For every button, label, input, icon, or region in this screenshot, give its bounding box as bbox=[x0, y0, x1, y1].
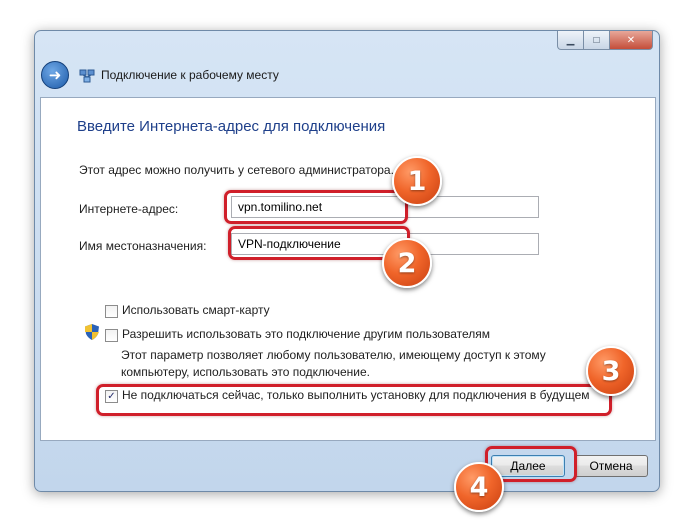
close-button[interactable]: ✕ bbox=[610, 31, 653, 50]
step-badge-1: 1 bbox=[392, 156, 442, 206]
wizard-header: ➜ Подключение к рабочему месту bbox=[35, 57, 659, 97]
wizard-content: Введите Интернета-адрес для подключения … bbox=[40, 97, 656, 441]
window-title: Подключение к рабочему месту bbox=[101, 68, 279, 82]
allow-others-label[interactable]: Разрешить использовать это подключение д… bbox=[122, 327, 490, 341]
page-heading: Введите Интернета-адрес для подключения bbox=[77, 118, 386, 135]
caption-buttons: ▁ □ ✕ bbox=[557, 31, 653, 50]
address-input[interactable] bbox=[231, 196, 539, 218]
step-badge-3: 3 bbox=[586, 346, 636, 396]
wizard-footer: Далее Отмена bbox=[35, 439, 659, 491]
step-badge-2: 2 bbox=[382, 238, 432, 288]
uac-shield-icon bbox=[85, 324, 99, 340]
wizard-window: ▁ □ ✕ ➜ Подключение к рабочему месту Вве… bbox=[34, 30, 660, 492]
name-label: Имя местоназначения: bbox=[79, 239, 207, 253]
smartcard-label[interactable]: Использовать смарт-карту bbox=[122, 303, 270, 317]
allow-others-checkbox[interactable] bbox=[105, 329, 118, 342]
smartcard-checkbox[interactable] bbox=[105, 305, 118, 318]
back-arrow-icon[interactable]: ➜ bbox=[41, 61, 69, 89]
step-badge-4: 4 bbox=[454, 462, 504, 512]
dont-connect-checkbox[interactable]: ✓ bbox=[105, 390, 118, 403]
dont-connect-label[interactable]: Не подключаться сейчас, только выполнить… bbox=[122, 388, 590, 402]
cancel-button[interactable]: Отмена bbox=[574, 455, 648, 477]
allow-others-note: Этот параметр позволяет любому пользоват… bbox=[121, 348, 546, 379]
next-button[interactable]: Далее bbox=[491, 455, 565, 477]
maximize-button[interactable]: □ bbox=[584, 31, 610, 50]
hint-text: Этот адрес можно получить у сетевого адм… bbox=[79, 163, 394, 177]
network-icon bbox=[79, 69, 95, 83]
address-label: Интернете-адрес: bbox=[79, 202, 179, 216]
minimize-button[interactable]: ▁ bbox=[557, 31, 584, 50]
